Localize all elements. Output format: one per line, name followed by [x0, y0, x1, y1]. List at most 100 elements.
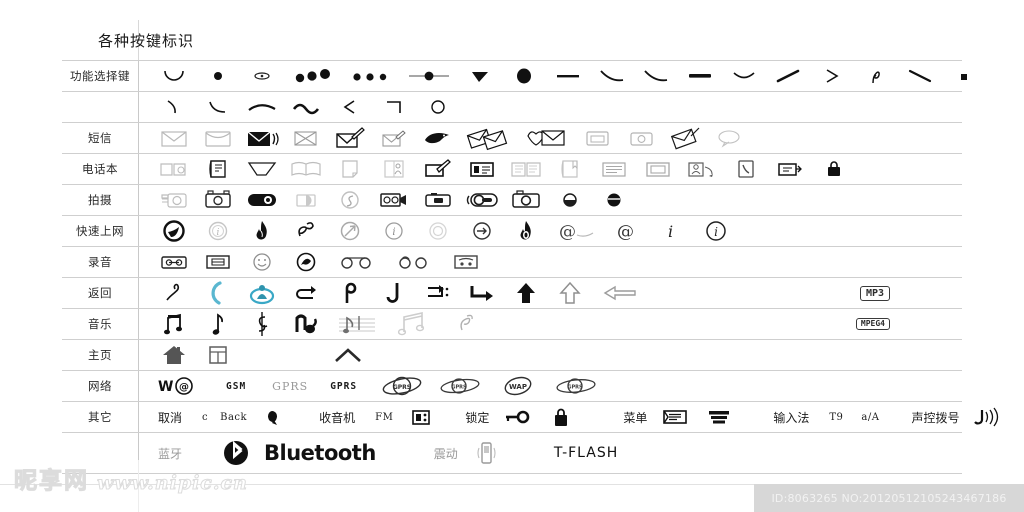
- dot-icon: [196, 61, 240, 91]
- table-row: 音乐 MPEG4: [62, 308, 962, 339]
- row-cells: W @ GSM GPRS GPRS GPRS GPRS WAP GPRS: [138, 371, 962, 401]
- curve-down-right-icon: [634, 61, 678, 91]
- tape-icon: [196, 247, 240, 277]
- record-circle-icon: [284, 247, 328, 277]
- radio-icon: [399, 402, 443, 432]
- padlock-icon: [539, 402, 583, 432]
- table-row: 功能选择键: [62, 60, 967, 91]
- target-person-icon: [240, 278, 284, 308]
- e-circle-solid-icon: [152, 216, 196, 246]
- dash-icon: [546, 61, 590, 91]
- tflash-text: T-FLASH: [553, 445, 619, 461]
- back-text: Back: [220, 411, 248, 423]
- open-fold-icon: [240, 154, 284, 184]
- double-note-gray-icon: [386, 309, 444, 339]
- row-label: 返回: [88, 286, 112, 300]
- row-label: 录音: [88, 255, 112, 269]
- table-row: 录音: [62, 246, 962, 277]
- compact-camera-icon: [416, 185, 460, 215]
- camera-body-icon: [196, 185, 240, 215]
- row-cells: i i @ @ i i: [138, 216, 962, 246]
- shutter-circle-icon: [328, 185, 372, 215]
- gsm-label: GSM: [220, 371, 252, 401]
- row-cells: [138, 340, 962, 370]
- row-label: 音乐: [88, 317, 112, 331]
- mpeg4-badge: MPEG4: [855, 317, 890, 331]
- i-italic-icon: i: [650, 216, 694, 246]
- envelope-pair-icon: [460, 123, 518, 153]
- bluetooth-logo-icon: [214, 438, 258, 468]
- home-solid-icon: [152, 340, 196, 370]
- camera-outline-icon: [152, 185, 196, 215]
- camera-flash-icon: [284, 185, 328, 215]
- menu-bars-icon: [697, 402, 741, 432]
- i-circle-gray-icon: i: [196, 216, 240, 246]
- curve-stroke-icon: [196, 92, 240, 122]
- cassette-icon: [152, 247, 196, 277]
- fm-text: FM: [375, 411, 394, 423]
- envelope-outline-icon: [152, 123, 196, 153]
- row-cells: [138, 61, 986, 91]
- target-arrow-icon: [328, 216, 372, 246]
- id-bar: ID:8063265 NO:20120512105243467186: [754, 484, 1024, 512]
- t9-text: T9: [829, 411, 844, 423]
- svg-text:@: @: [179, 382, 189, 393]
- beamed-notes-icon: [152, 309, 196, 339]
- bluetooth-wordmark: Bluetooth: [258, 438, 382, 468]
- row-cells: 蓝牙 Bluetooth 震动 T-FLASH: [138, 433, 962, 473]
- card-arrow-icon: [768, 154, 812, 184]
- envelope-pen-icon: [328, 123, 372, 153]
- voice-dial-text: 声控拨号: [911, 410, 960, 425]
- wap-label: W @: [152, 371, 204, 401]
- svg-text:i: i: [668, 222, 673, 241]
- speech-bubble-icon: [708, 123, 752, 153]
- arc-shallow-icon: [722, 61, 766, 91]
- gprs-bold-label: GPRS: [324, 371, 363, 401]
- svg-text:GPRS: GPRS: [393, 384, 411, 391]
- eighth-note-icon: [196, 309, 240, 339]
- phone-card-icon: [724, 154, 768, 184]
- vibrate-cn-text: 震动: [433, 446, 458, 461]
- envelope-flap-icon: [196, 123, 240, 153]
- gsm-text: GSM: [226, 380, 247, 392]
- envelope-bird-icon: [416, 123, 460, 153]
- orbit-gprs-small-icon: GPRS: [431, 371, 489, 401]
- chevron-right-icon: [810, 61, 854, 91]
- bluetooth-text: Bluetooth: [264, 441, 376, 465]
- envelope-cross-icon: [284, 123, 328, 153]
- row-label: 功能选择键: [70, 69, 130, 83]
- row-label: 快速上网: [76, 224, 124, 238]
- svg-text:i: i: [714, 225, 718, 239]
- row-cells: [138, 154, 962, 184]
- triangle-down-icon: [458, 61, 502, 91]
- table-row: 网络 W @ GSM GPRS GPRS GPRS GPRS WAP GPRS: [62, 370, 962, 401]
- square-dot-icon: [942, 61, 986, 91]
- note-bold-icon: [284, 309, 328, 339]
- dot-with-line-icon: [400, 61, 458, 91]
- key-icon: [495, 402, 539, 432]
- vibrate-phone-icon: [464, 438, 508, 468]
- small-oval-icon: [240, 61, 284, 91]
- open-book-lines-icon: [504, 154, 548, 184]
- arrow-circle-icon: [460, 216, 504, 246]
- tflash-label: T-FLASH: [548, 438, 624, 468]
- back-hand-icon: [253, 402, 297, 432]
- at-icon: @: [606, 216, 650, 246]
- up-arrow-solid-icon: [504, 278, 548, 308]
- book-tab-icon: [548, 154, 592, 184]
- footer-divider: [138, 460, 139, 512]
- left-arrow-outline-icon: [592, 278, 650, 308]
- table-row: 短信: [62, 122, 962, 153]
- circle-outline-icon: [416, 92, 460, 122]
- curve-down-right-icon: [590, 61, 634, 91]
- lock-label: 锁定: [459, 402, 495, 432]
- reel-pair-icon: [328, 247, 386, 277]
- flame-bold-icon: [504, 216, 548, 246]
- page-title: 各种按键标识: [98, 32, 195, 50]
- row-label: 短信: [88, 131, 112, 145]
- big-dot-icon: [502, 61, 546, 91]
- svg-text:W: W: [158, 379, 173, 395]
- clef-icon: [240, 309, 284, 339]
- id-card-icon: [460, 154, 504, 184]
- table-row: 其它 取消 c Back 收音机 FM 锁定 菜单 输入法 T9 a/A 声控拨…: [62, 401, 999, 432]
